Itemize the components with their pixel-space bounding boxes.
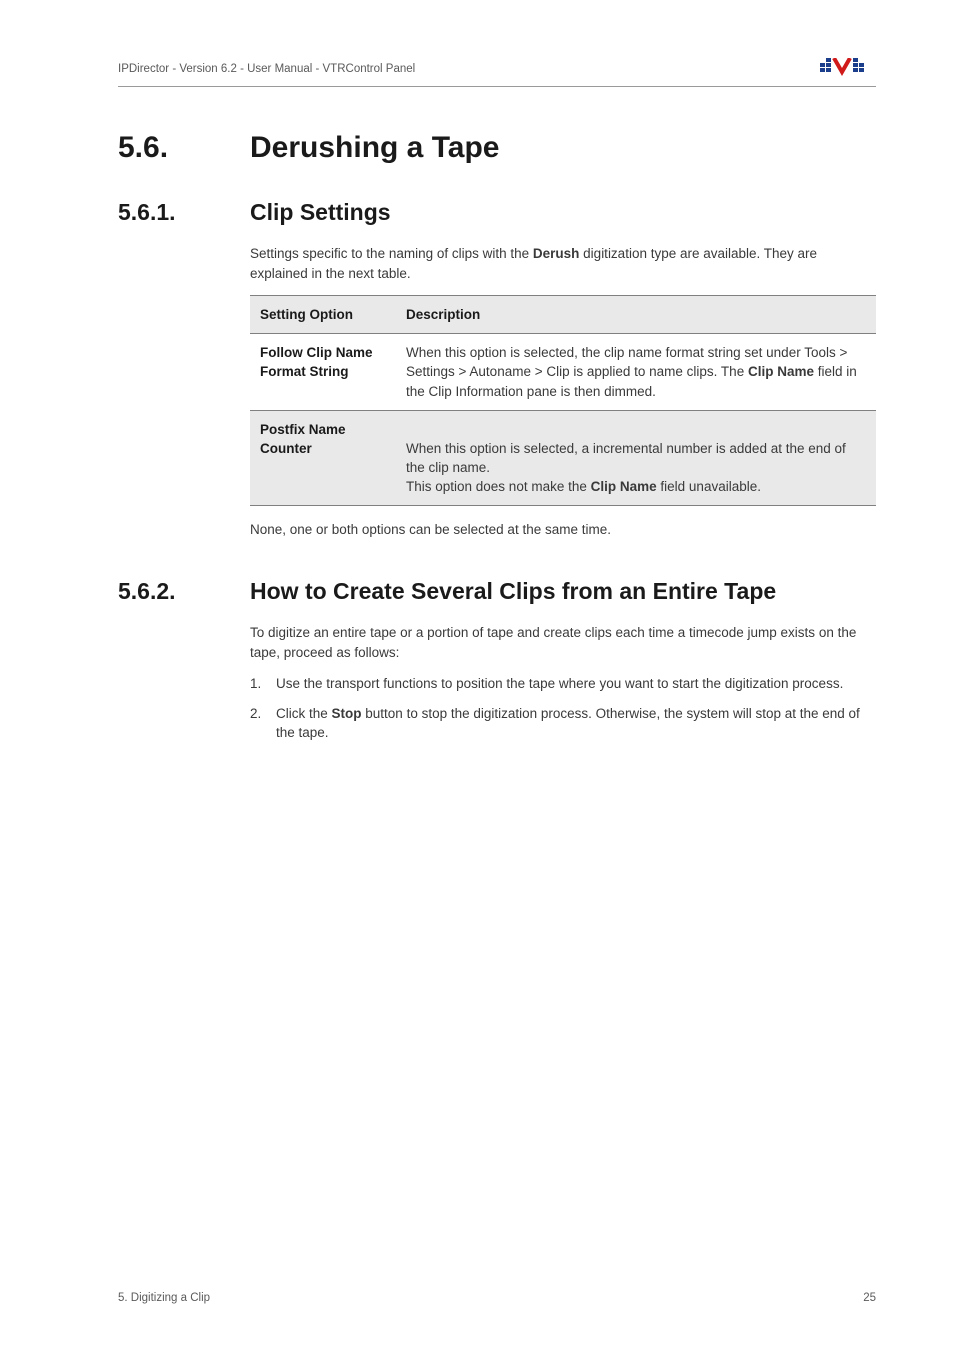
text-fragment: field unavailable. (657, 479, 761, 494)
cell-description: When this option is selected, a incremen… (396, 410, 876, 506)
text-fragment: button to stop the digitization process.… (276, 706, 860, 741)
col-header-description: Description (396, 296, 876, 334)
settings-table: Setting Option Description Follow Clip N… (250, 295, 876, 506)
list-item: Click the Stop button to stop the digiti… (250, 704, 876, 743)
subsection-heading: 5.6.1.Clip Settings (118, 199, 876, 226)
intro-paragraph: To digitize an entire tape or a portion … (250, 623, 876, 662)
text-bold: Clip Name (591, 479, 657, 494)
subsection-number: 5.6.1. (118, 199, 250, 226)
section-title: Derushing a Tape (250, 131, 500, 164)
text-bold: Clip Name (748, 364, 814, 379)
list-item: Use the transport functions to position … (250, 674, 876, 694)
subsection-title: Clip Settings (250, 199, 391, 225)
table-row: Follow Clip Name Format String When this… (250, 334, 876, 410)
page-footer: 5. Digitizing a Clip 25 (118, 1292, 876, 1304)
table-header-row: Setting Option Description (250, 296, 876, 334)
subsection-title: How to Create Several Clips from an Enti… (250, 578, 776, 604)
steps-list: Use the transport functions to position … (250, 674, 876, 743)
subsection-number: 5.6.2. (118, 578, 250, 605)
page-number: 25 (863, 1292, 876, 1304)
text-fragment: Use the transport functions to position … (276, 676, 843, 691)
cell-option: Postfix Name Counter (250, 410, 396, 506)
text-bold: Stop (332, 706, 362, 721)
header-divider (118, 86, 876, 87)
section-number: 5.6. (118, 131, 250, 165)
page-header: IPDirector - Version 6.2 - User Manual -… (118, 58, 876, 80)
intro-paragraph: Settings specific to the naming of clips… (250, 244, 876, 283)
doc-title: IPDirector - Version 6.2 - User Manual -… (118, 63, 415, 75)
text-fragment: Settings specific to the naming of clips… (250, 246, 533, 261)
text-fragment: Click the (276, 706, 332, 721)
cell-option: Follow Clip Name Format String (250, 334, 396, 410)
col-header-option: Setting Option (250, 296, 396, 334)
text-bold: Derush (533, 246, 580, 261)
subsection-heading: 5.6.2.How to Create Several Clips from a… (118, 578, 876, 605)
section-heading: 5.6.Derushing a Tape (118, 131, 876, 165)
table-row: Postfix Name Counter When this option is… (250, 410, 876, 506)
outro-paragraph: None, one or both options can be selecte… (250, 520, 876, 540)
brand-logo (820, 58, 876, 80)
cell-description: When this option is selected, the clip n… (396, 334, 876, 410)
footer-left: 5. Digitizing a Clip (118, 1292, 210, 1304)
